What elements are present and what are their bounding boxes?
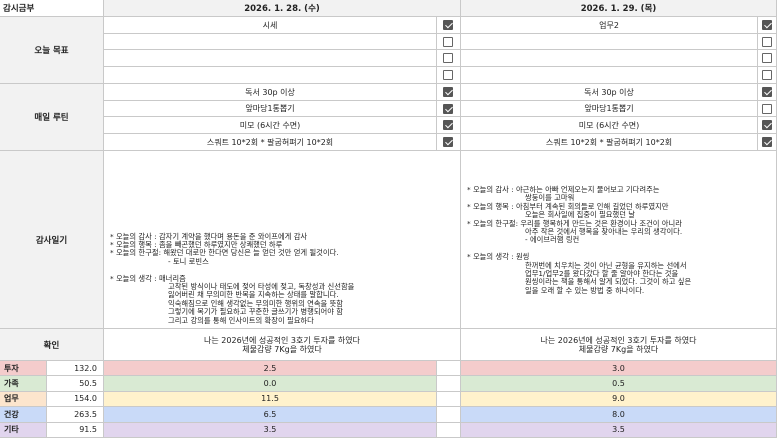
stat-d1-3[interactable]: 6.5	[104, 407, 437, 423]
goal-d1-3-check-cell[interactable]	[437, 50, 461, 67]
stat-total-0[interactable]: 132.0	[47, 361, 104, 377]
confirm-d2-line2: 체물감량 7Kg을 하였다	[578, 344, 659, 354]
checkbox-icon[interactable]	[443, 53, 453, 63]
stat-d1-1[interactable]: 0.0	[104, 376, 437, 392]
routine-d1-2[interactable]: 앞마당1통뽑기	[104, 101, 437, 117]
checkbox-checked-icon[interactable]	[762, 87, 772, 97]
routine-d1-4-check-cell[interactable]	[437, 134, 461, 151]
checkbox-checked-icon[interactable]	[443, 120, 453, 130]
gratitude-d1-cell[interactable]: * 오늘의 감사 : 감자기 계약을 했다며 용돈을 준 와이프에게 감사 * …	[104, 151, 461, 329]
routine-d2-1-check-cell[interactable]	[758, 84, 777, 101]
goal-d2-2-check-cell[interactable]	[758, 34, 777, 50]
stat-d1-gap-2[interactable]	[437, 391, 461, 408]
section-confirm-label[interactable]: 확인	[0, 329, 104, 361]
checkbox-icon[interactable]	[762, 70, 772, 80]
goal-d2-2[interactable]	[461, 34, 758, 50]
goal-d2-3[interactable]	[461, 50, 758, 67]
stat-d1-4[interactable]: 3.5	[104, 422, 437, 438]
routine-d2-2[interactable]: 앞마당1통뽑기	[461, 101, 758, 117]
stat-d1-2[interactable]: 11.5	[104, 391, 437, 408]
stat-total-1[interactable]: 50.5	[47, 376, 104, 392]
routine-d1-3-check-cell[interactable]	[437, 117, 461, 134]
section-gratitude-label[interactable]: 감사일기	[0, 151, 104, 329]
goal-d2-3-check-cell[interactable]	[758, 50, 777, 67]
stat-d2-2[interactable]: 9.0	[461, 391, 777, 408]
gratitude-d1-text: * 오늘의 감사 : 감자기 계약을 했다며 용돈을 준 와이프에게 감사 * …	[110, 231, 355, 325]
stat-d2-3[interactable]: 8.0	[461, 407, 777, 423]
corner-label[interactable]: 감시금부	[0, 0, 104, 17]
confirm-d1[interactable]: 나는 2026년에 성공적인 3호기 투자를 하였다 체물감량 7Kg을 하였다	[104, 329, 461, 361]
section-routine-label[interactable]: 매일 루틴	[0, 84, 104, 151]
goal-d1-3[interactable]	[104, 50, 437, 67]
checkbox-checked-icon[interactable]	[443, 20, 453, 30]
goal-d2-4-check-cell[interactable]	[758, 67, 777, 84]
checkbox-checked-icon[interactable]	[762, 137, 772, 147]
stat-name-3[interactable]: 건강	[0, 407, 47, 423]
checkbox-checked-icon[interactable]	[443, 87, 453, 97]
goal-d1-4-check-cell[interactable]	[437, 67, 461, 84]
routine-d2-2-check-cell[interactable]	[758, 101, 777, 117]
routine-d2-3-check-cell[interactable]	[758, 117, 777, 134]
gratitude-d2-text: * 오늘의 감사 : 야근하는 아빠 언제오는지 물어보고 기다려주는 쌍둥이를…	[467, 185, 692, 295]
checkbox-icon[interactable]	[762, 37, 772, 47]
goal-d1-1-check-cell[interactable]	[437, 17, 461, 34]
confirm-d2-line1: 나는 2026년에 성공적인 3호기 투자를 하였다	[540, 335, 697, 345]
stat-total-4[interactable]: 91.5	[47, 422, 104, 438]
date-header-2[interactable]: 2026. 1. 29. (목)	[461, 0, 777, 17]
checkbox-checked-icon[interactable]	[443, 104, 453, 114]
stat-d2-4[interactable]: 3.5	[461, 422, 777, 438]
routine-d1-4[interactable]: 스쿼트 10*2회 * 팔굽혀펴기 10*2회	[104, 134, 437, 151]
spreadsheet: 감시금부 2026. 1. 28. (수) 2026. 1. 29. (목) 오…	[0, 0, 777, 438]
stat-name-1[interactable]: 가족	[0, 376, 47, 392]
stat-d2-1[interactable]: 0.5	[461, 376, 777, 392]
goal-d1-1[interactable]: 시세	[104, 17, 437, 34]
routine-d2-3[interactable]: 미모 (6시간 수면)	[461, 117, 758, 134]
goal-d1-2-check-cell[interactable]	[437, 34, 461, 50]
goal-d1-2[interactable]	[104, 34, 437, 50]
checkbox-icon[interactable]	[443, 70, 453, 80]
routine-d2-4[interactable]: 스쿼트 10*2회 * 팔굽혀펴기 10*2회	[461, 134, 758, 151]
checkbox-icon[interactable]	[762, 53, 772, 63]
checkbox-icon[interactable]	[762, 104, 772, 114]
goal-d2-1[interactable]: 업무2	[461, 17, 758, 34]
checkbox-icon[interactable]	[443, 37, 453, 47]
stat-name-4[interactable]: 기타	[0, 422, 47, 438]
stat-name-0[interactable]: 투자	[0, 361, 47, 377]
gratitude-d2-cell[interactable]: * 오늘의 감사 : 야근하는 아빠 언제오는지 물어보고 기다려주는 쌍둥이를…	[461, 151, 777, 329]
checkbox-checked-icon[interactable]	[762, 120, 772, 130]
routine-d2-4-check-cell[interactable]	[758, 134, 777, 151]
checkbox-checked-icon[interactable]	[762, 20, 772, 30]
routine-d1-1-check-cell[interactable]	[437, 84, 461, 101]
stat-d1-gap-1[interactable]	[437, 376, 461, 392]
stat-d1-gap-3[interactable]	[437, 407, 461, 423]
date-header-1[interactable]: 2026. 1. 28. (수)	[104, 0, 461, 17]
stat-name-2[interactable]: 업무	[0, 391, 47, 408]
checkbox-checked-icon[interactable]	[443, 137, 453, 147]
stat-total-2[interactable]: 154.0	[47, 391, 104, 408]
goal-d2-4[interactable]	[461, 67, 758, 84]
confirm-d1-line1: 나는 2026년에 성공적인 3호기 투자를 하였다	[204, 335, 360, 345]
stat-d1-gap-0[interactable]	[437, 361, 461, 377]
goal-d1-4[interactable]	[104, 67, 437, 84]
routine-d1-2-check-cell[interactable]	[437, 101, 461, 117]
confirm-d2[interactable]: 나는 2026년에 성공적인 3호기 투자를 하였다 체물감량 7Kg을 하였다	[461, 329, 777, 361]
stat-total-3[interactable]: 263.5	[47, 407, 104, 423]
section-goals-label[interactable]: 오늘 목표	[0, 17, 104, 84]
goal-d2-1-check-cell[interactable]	[758, 17, 777, 34]
stat-d2-0[interactable]: 3.0	[461, 361, 777, 377]
confirm-d1-line2: 체물감량 7Kg을 하였다	[242, 344, 322, 354]
routine-d1-1[interactable]: 독서 30p 이상	[104, 84, 437, 101]
stat-d1-gap-4[interactable]	[437, 422, 461, 438]
routine-d2-1[interactable]: 독서 30p 이상	[461, 84, 758, 101]
routine-d1-3[interactable]: 미모 (6시간 수면)	[104, 117, 437, 134]
stat-d1-0[interactable]: 2.5	[104, 361, 437, 377]
